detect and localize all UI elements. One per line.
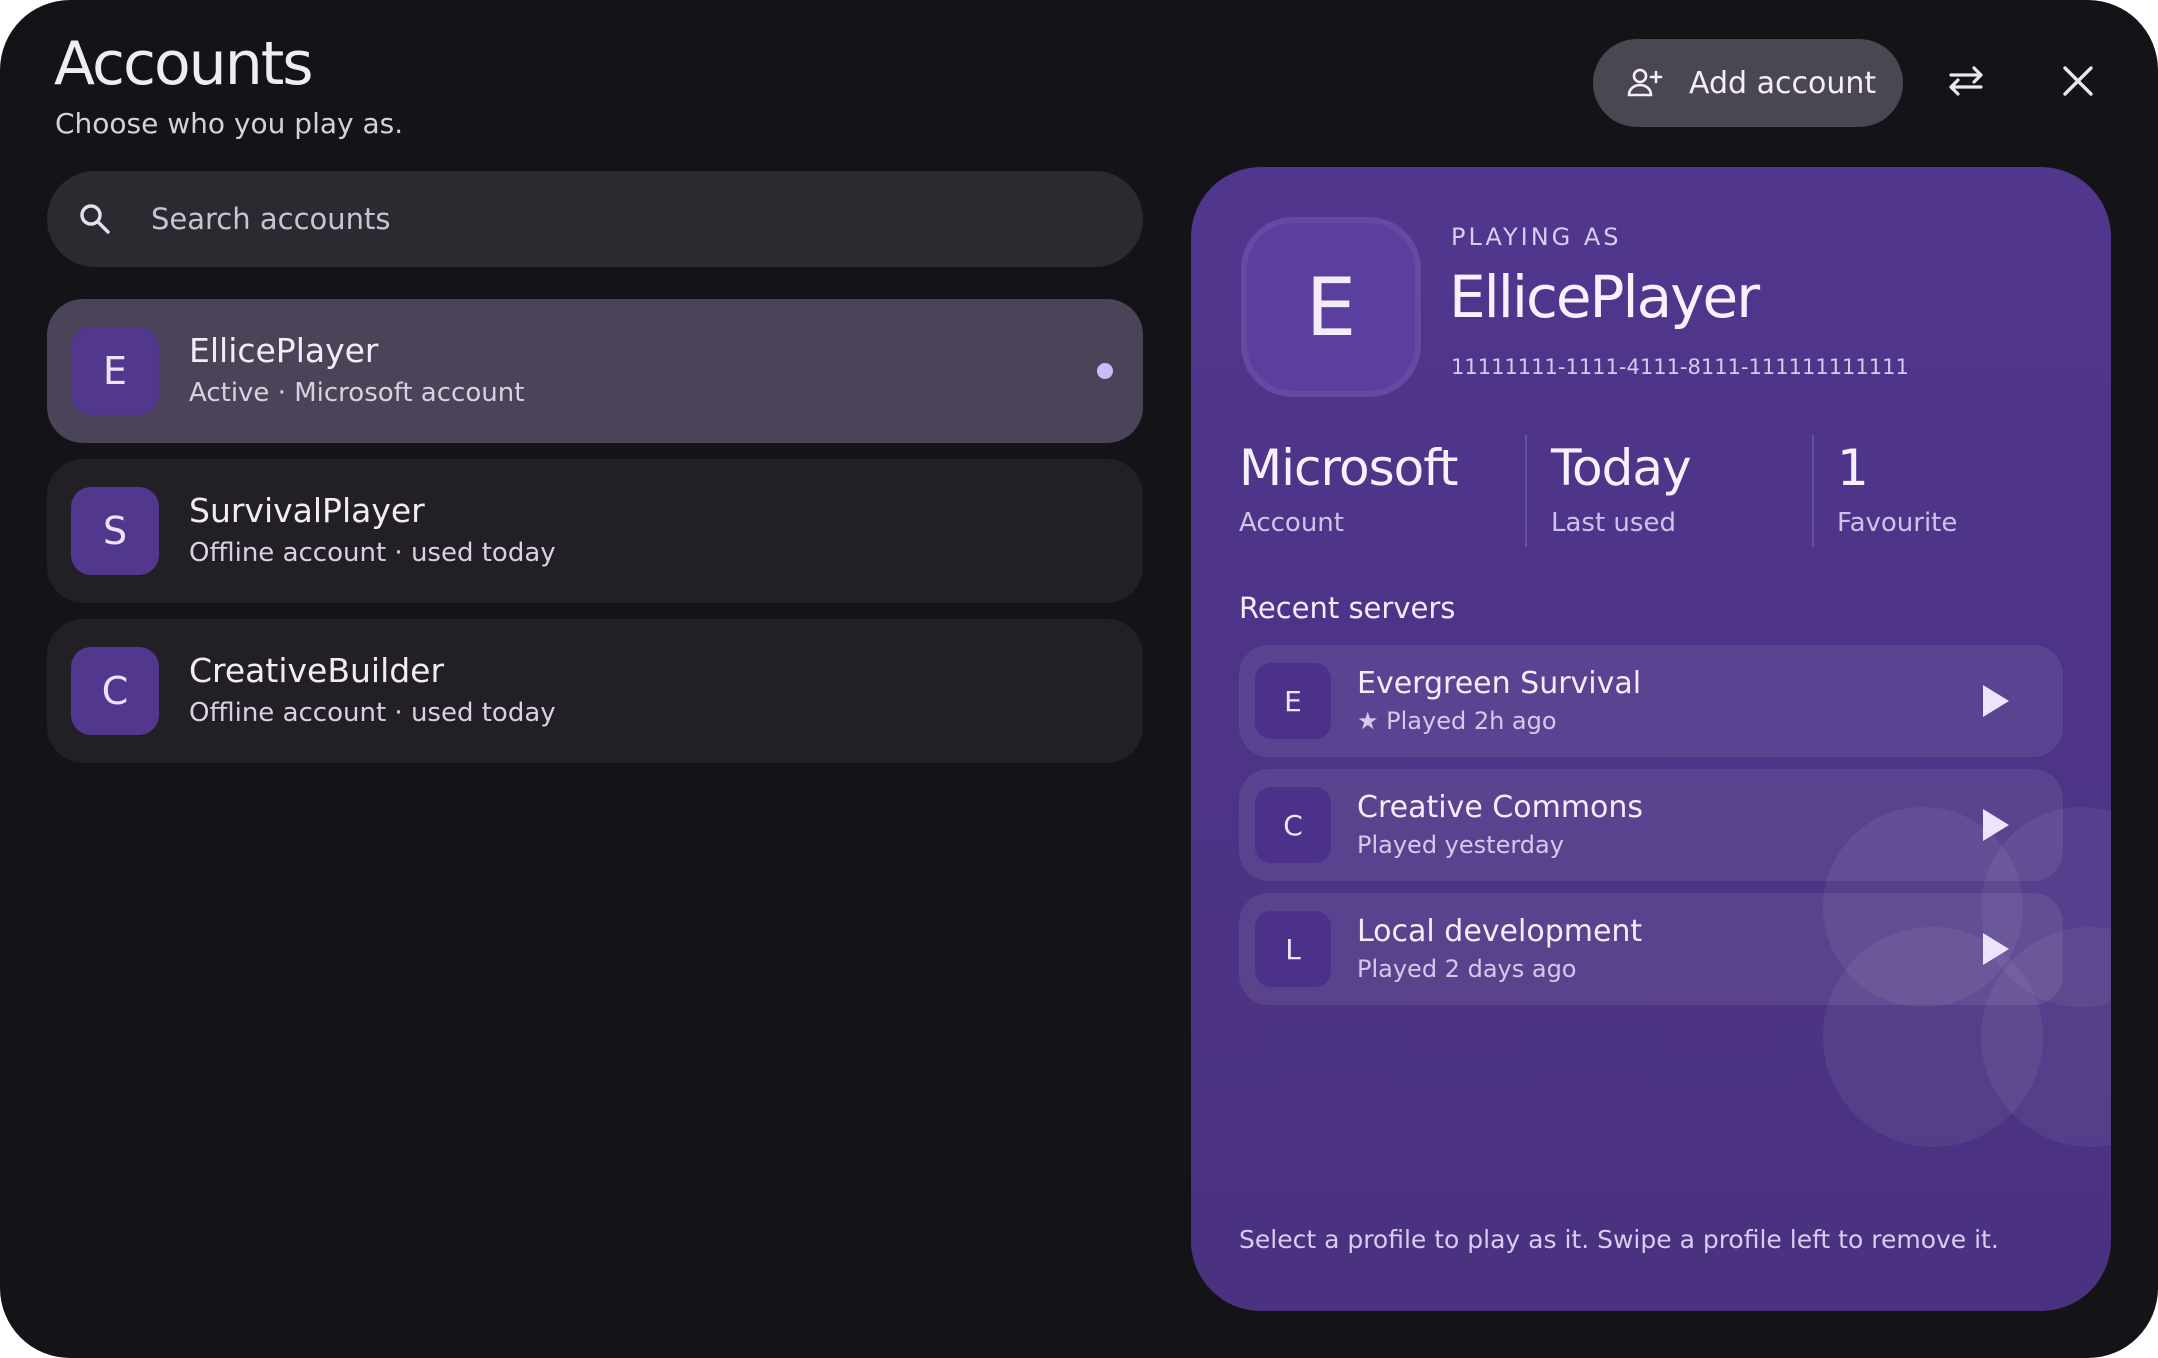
active-indicator xyxy=(1097,363,1113,379)
server-item[interactable]: L Local development Played 2 days ago xyxy=(1239,893,2063,1005)
profile-uuid: 11111111-1111-4111-8111-111111111111 xyxy=(1451,355,1909,379)
server-avatar: L xyxy=(1255,911,1331,987)
stat-last-used: Today Last used xyxy=(1551,435,1692,555)
stat-divider xyxy=(1812,435,1814,547)
server-item[interactable]: C Creative Commons Played yesterday xyxy=(1239,769,2063,881)
profile-avatar: E xyxy=(1241,217,1421,397)
add-account-label: Add account xyxy=(1689,65,1877,101)
stat-value: Microsoft xyxy=(1239,439,1459,497)
server-meta: ★ Played 2h ago xyxy=(1357,707,1557,735)
server-meta: Played 2 days ago xyxy=(1357,955,1577,983)
accounts-dialog: Accounts Choose who you play as. Add acc… xyxy=(0,0,2158,1358)
profile-name: EllicePlayer xyxy=(1449,263,1760,331)
account-name: SurvivalPlayer xyxy=(189,491,425,530)
play-icon[interactable] xyxy=(1975,805,2015,845)
search-input[interactable] xyxy=(149,201,1049,237)
account-item-ellice[interactable]: E EllicePlayer Active · Microsoft accoun… xyxy=(47,299,1143,443)
page-subtitle: Choose who you play as. xyxy=(55,107,404,140)
account-meta: Offline account · used today xyxy=(189,698,556,728)
stat-value: Today xyxy=(1551,439,1692,497)
server-name: Creative Commons xyxy=(1357,790,1644,825)
account-meta: Active · Microsoft account xyxy=(189,378,525,408)
playing-as-label: PLAYING AS xyxy=(1451,223,1622,251)
avatar: C xyxy=(71,647,159,735)
stat-value: 1 xyxy=(1837,439,1869,497)
search-icon xyxy=(77,199,117,239)
stat-label: Account xyxy=(1239,508,1344,538)
search-bar[interactable] xyxy=(47,171,1143,267)
close-button[interactable] xyxy=(2038,43,2118,123)
account-meta: Offline account · used today xyxy=(189,538,556,568)
profile-detail-panel: E PLAYING AS EllicePlayer 11111111-1111-… xyxy=(1191,167,2111,1311)
help-hint: Select a profile to play as it. Swipe a … xyxy=(1239,1225,1999,1254)
stat-account-type: Microsoft Account xyxy=(1239,435,1459,555)
swap-arrows-icon xyxy=(1943,58,1989,108)
stat-divider xyxy=(1525,435,1527,547)
server-name: Local development xyxy=(1357,914,1643,949)
server-item[interactable]: E Evergreen Survival ★ Played 2h ago xyxy=(1239,645,2063,757)
stat-label: Favourite xyxy=(1837,508,1958,538)
account-item-creative[interactable]: C CreativeBuilder Offline account · used… xyxy=(47,619,1143,763)
server-meta: Played yesterday xyxy=(1357,831,1564,859)
play-icon[interactable] xyxy=(1975,929,2015,969)
close-icon xyxy=(2060,63,2096,103)
swap-button[interactable] xyxy=(1926,43,2006,123)
account-item-survival[interactable]: S SurvivalPlayer Offline account · used … xyxy=(47,459,1143,603)
stat-favourite: 1 Favourite xyxy=(1837,435,1957,555)
add-account-button[interactable]: Add account xyxy=(1593,39,1903,127)
stat-label: Last used xyxy=(1551,508,1676,538)
page-title: Accounts xyxy=(54,29,314,99)
avatar: S xyxy=(71,487,159,575)
recent-servers-heading: Recent servers xyxy=(1239,591,1456,625)
account-name: EllicePlayer xyxy=(189,331,379,370)
play-icon[interactable] xyxy=(1975,681,2015,721)
server-avatar: C xyxy=(1255,787,1331,863)
avatar: E xyxy=(71,327,159,415)
account-name: CreativeBuilder xyxy=(189,651,445,690)
server-avatar: E xyxy=(1255,663,1331,739)
person-add-icon xyxy=(1625,62,1667,104)
server-name: Evergreen Survival xyxy=(1357,666,1642,701)
